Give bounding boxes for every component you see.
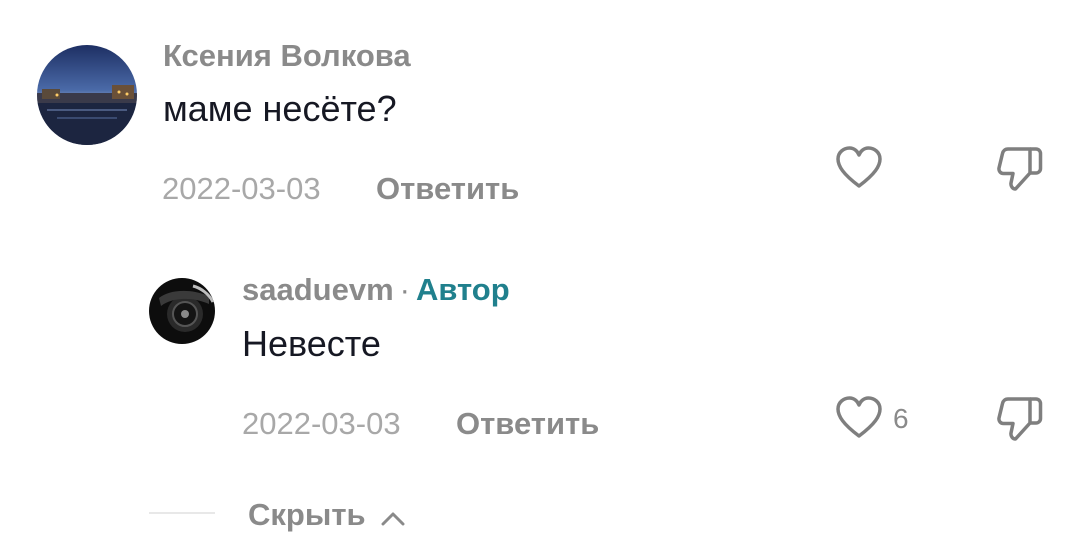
hide-replies-label: Скрыть <box>248 497 366 532</box>
thumbs-down-outline-icon[interactable] <box>996 146 1044 192</box>
thumbs-down-outline-icon[interactable] <box>996 396 1044 442</box>
author-badge: Автор <box>415 272 510 307</box>
reply-button[interactable]: Ответить <box>376 171 519 207</box>
reply-date: 2022-03-03 <box>242 406 401 441</box>
reply-username[interactable]: saaduevm <box>242 272 394 307</box>
comment-text: маме несёте? <box>163 88 397 129</box>
avatar[interactable] <box>37 45 137 145</box>
separator-dot: · <box>399 272 410 307</box>
like-count: 6 <box>893 403 909 434</box>
heart-outline-icon[interactable] <box>835 146 883 190</box>
reply-text: Невесте <box>242 323 381 364</box>
divider <box>149 512 215 514</box>
reply-button[interactable]: Ответить <box>456 406 599 442</box>
avatar[interactable] <box>149 278 215 344</box>
hide-replies-button[interactable]: Скрыть <box>248 497 406 535</box>
reply-username-row: saaduevm · Автор <box>242 272 510 308</box>
chevron-up-icon <box>380 499 406 535</box>
comment-date: 2022-03-03 <box>162 171 321 206</box>
comment-username[interactable]: Ксения Волкова <box>163 38 411 74</box>
heart-outline-icon[interactable] <box>835 396 883 440</box>
